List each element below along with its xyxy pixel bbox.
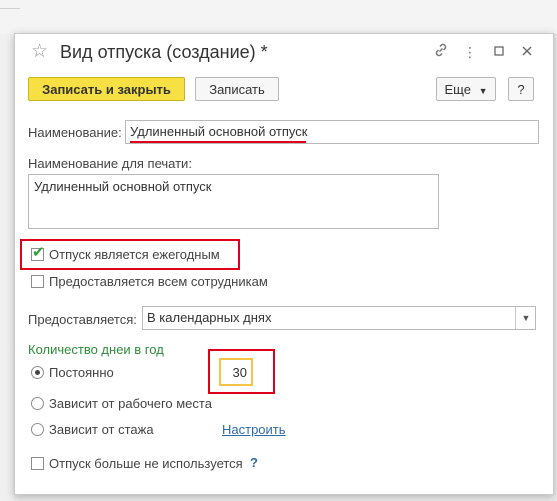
background-divider (0, 8, 20, 9)
radio-workplace-label: Зависит от рабочего места (49, 396, 212, 411)
dialog-window: ☆ Вид отпуска (создание) * ⋮ Записать и … (14, 33, 554, 495)
print-name-textarea[interactable]: Удлиненный основной отпуск (28, 174, 439, 229)
window-title: Вид отпуска (создание) * (60, 42, 268, 62)
radio-constant[interactable] (31, 366, 44, 379)
favorite-star-icon[interactable]: ☆ (31, 42, 48, 62)
dropdown-arrow-icon: ▼ (478, 86, 488, 96)
provided-dropdown-arrow-icon[interactable]: ▼ (515, 307, 536, 329)
radio-seniority-label: Зависит от стажа (49, 422, 154, 437)
more-button-label: Еще (444, 82, 471, 97)
not-used-help-icon[interactable]: ? (250, 455, 258, 470)
all-employees-checkbox[interactable] (31, 275, 44, 288)
close-icon[interactable] (517, 42, 537, 62)
help-button[interactable]: ? (508, 77, 534, 101)
provided-select-value: В календарных днях (147, 310, 272, 325)
print-name-label: Наименование для печати: (28, 156, 192, 171)
more-dots-icon[interactable]: ⋮ (460, 42, 480, 62)
not-used-checkbox[interactable] (31, 457, 44, 470)
name-field-value: Удлиненный основной отпуск (130, 124, 308, 139)
radio-constant-label: Постоянно (49, 365, 114, 380)
title-bar: ☆ Вид отпуска (создание) * ⋮ (15, 34, 553, 72)
name-underline-highlight (130, 141, 306, 143)
name-label: Наименование: (28, 125, 122, 140)
radio-selected-dot (35, 370, 40, 375)
configure-link[interactable]: Настроить (222, 422, 286, 437)
not-used-label: Отпуск больше не используется (49, 456, 243, 471)
days-highlight-box (208, 349, 275, 394)
radio-seniority[interactable] (31, 423, 44, 436)
link-icon[interactable] (431, 42, 451, 62)
save-and-close-button[interactable]: Записать и закрыть (28, 77, 185, 101)
background-left-panel (0, 34, 14, 501)
days-section-label: Количество днеи в год (28, 342, 164, 357)
maximize-icon[interactable] (489, 42, 509, 62)
print-name-value: Удлиненный основной отпуск (34, 179, 212, 194)
save-button[interactable]: Записать (195, 77, 279, 101)
radio-workplace[interactable] (31, 397, 44, 410)
background-window-header (0, 0, 557, 35)
annual-highlight-box (20, 239, 240, 270)
all-employees-label: Предоставляется всем сотрудникам (49, 274, 268, 289)
provided-select[interactable]: В календарных днях (142, 306, 536, 330)
more-button[interactable]: Еще ▼ (436, 77, 496, 101)
provided-label: Предоставляется: (28, 312, 137, 327)
